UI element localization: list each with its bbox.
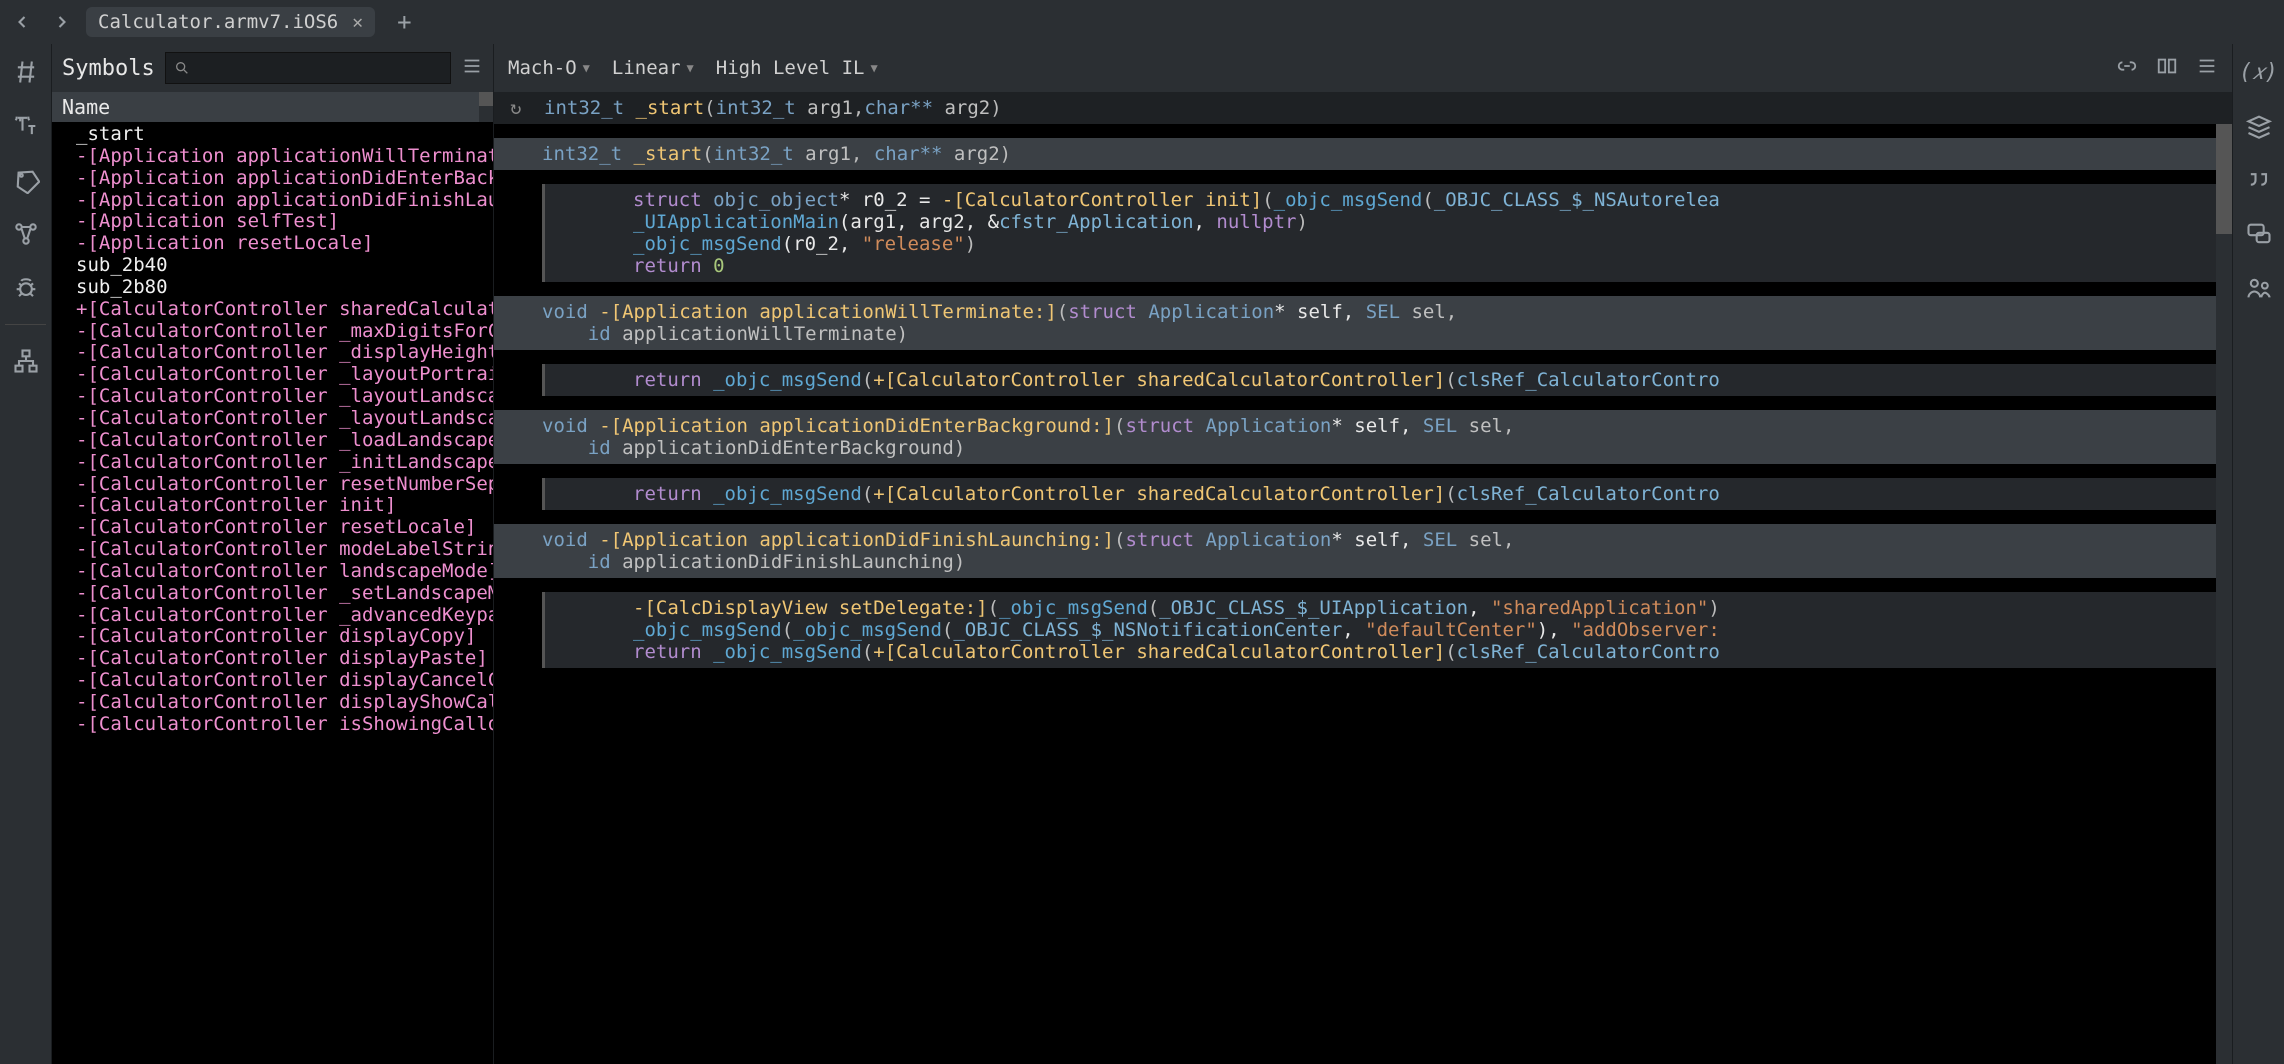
split-icon[interactable] — [2156, 55, 2178, 82]
symbol-row[interactable]: -[CalculatorController _advancedKeypadVi… — [76, 605, 493, 627]
disassembly-view: Mach-O▼ Linear▼ High Level IL▼ ↻ int32_t… — [494, 44, 2232, 1064]
types-icon[interactable] — [8, 108, 44, 144]
symbol-row[interactable]: -[CalculatorController _displayHeightFor… — [76, 342, 493, 364]
symbol-row[interactable]: -[CalculatorController _loadLandscapeIma… — [76, 430, 493, 452]
chat-icon[interactable] — [2241, 216, 2277, 252]
function-body: return _objc_msgSend(+[CalculatorControl… — [542, 478, 2232, 510]
left-rail — [0, 44, 52, 1064]
symbol-row[interactable]: -[CalculatorController _layoutLandscapeS… — [76, 386, 493, 408]
hierarchy-icon[interactable] — [8, 343, 44, 379]
collab-icon[interactable] — [2241, 270, 2277, 306]
file-tab[interactable]: Calculator.armv7.iOS6 ✕ — [86, 7, 375, 37]
symbol-row[interactable]: -[CalculatorController init] — [76, 495, 493, 517]
symbol-row[interactable]: -[CalculatorController _setLandscapeMode… — [76, 583, 493, 605]
sidebar-menu-button[interactable] — [461, 55, 483, 82]
symbol-row[interactable]: +[CalculatorController sharedCalculatorC… — [76, 299, 493, 321]
symbol-row[interactable]: -[CalculatorController _layoutLandscapeF… — [76, 408, 493, 430]
tag-icon[interactable] — [8, 162, 44, 198]
function-body: -[CalcDisplayView setDelegate:](_objc_ms… — [542, 592, 2232, 668]
symbol-row[interactable]: sub_2b80 — [76, 277, 493, 299]
new-tab-button[interactable]: + — [383, 8, 425, 36]
view-mode-dropdown[interactable]: Linear▼ — [612, 57, 694, 79]
function-signature-bar: ↻ int32_t _start( int32_t arg1, char** a… — [494, 92, 2232, 124]
symbols-list[interactable]: _start-[Application applicationWillTermi… — [52, 122, 493, 1064]
symbol-row[interactable]: -[CalculatorController _initLandscape] — [76, 452, 493, 474]
function-body: return _objc_msgSend(+[CalculatorControl… — [542, 364, 2232, 396]
format-dropdown[interactable]: Mach-O▼ — [508, 57, 590, 79]
symbol-row[interactable]: -[Application resetLocale] — [76, 233, 493, 255]
symbol-row[interactable]: -[CalculatorController displayCopy] — [76, 626, 493, 648]
symbol-row[interactable]: -[CalculatorController modeLabelString] — [76, 539, 493, 561]
symbols-panel: Symbols Name _start-[Application applica… — [52, 44, 494, 1064]
tab-label: Calculator.armv7.iOS6 — [98, 11, 338, 33]
symbol-row[interactable]: -[CalculatorController resetLocale] — [76, 517, 493, 539]
link-icon[interactable] — [2116, 55, 2138, 82]
symbol-row[interactable]: sub_2b40 — [76, 255, 493, 277]
sidebar-title: Symbols — [62, 56, 155, 81]
close-tab-icon[interactable]: ✕ — [352, 12, 363, 33]
right-rail: (𝑥) — [2232, 44, 2284, 1064]
symbol-row[interactable]: -[CalculatorController resetNumberSepara… — [76, 474, 493, 496]
symbol-row[interactable]: -[CalculatorController isShowingCalloutB… — [76, 714, 493, 736]
forward-button[interactable] — [46, 6, 78, 38]
symbol-row[interactable]: -[Application applicationDidFinishLaunch… — [76, 190, 493, 212]
symbol-row[interactable]: -[Application selfTest] — [76, 211, 493, 233]
function-header: void -[Application applicationDidFinishL… — [494, 524, 2232, 578]
layers-icon[interactable] — [2241, 108, 2277, 144]
il-level-dropdown[interactable]: High Level IL▼ — [716, 57, 878, 79]
symbol-row[interactable]: -[CalculatorController displayPaste] — [76, 648, 493, 670]
bug-icon[interactable] — [8, 270, 44, 306]
view-toolbar: Mach-O▼ Linear▼ High Level IL▼ — [494, 44, 2232, 92]
symbol-row[interactable]: -[CalculatorController displayCancelCall… — [76, 670, 493, 692]
refresh-icon[interactable]: ↻ — [510, 97, 521, 119]
function-body: struct objc_object* r0_2 = -[CalculatorC… — [542, 184, 2232, 282]
code-scrollbar[interactable] — [2216, 124, 2232, 1064]
variable-icon[interactable]: (𝑥) — [2241, 54, 2277, 90]
symbol-row[interactable]: -[CalculatorController displayShowCallou… — [76, 692, 493, 714]
symbol-row[interactable]: -[CalculatorController _maxDigitsForCurr… — [76, 321, 493, 343]
titlebar: Calculator.armv7.iOS6 ✕ + — [0, 0, 2284, 44]
function-header: void -[Application applicationDidEnterBa… — [494, 410, 2232, 464]
graph-icon[interactable] — [8, 216, 44, 252]
view-menu-button[interactable] — [2196, 55, 2218, 82]
hash-icon[interactable] — [8, 54, 44, 90]
quote-icon[interactable] — [2241, 162, 2277, 198]
symbol-row[interactable]: -[CalculatorController _layoutPortraitSu… — [76, 364, 493, 386]
function-header: void -[Application applicationWillTermin… — [494, 296, 2232, 350]
back-button[interactable] — [6, 6, 38, 38]
symbol-row[interactable]: -[CalculatorController landscapeMode] — [76, 561, 493, 583]
function-header: int32_t _start(int32_t arg1, char** arg2… — [494, 138, 2232, 170]
symbol-row[interactable]: _start — [76, 124, 493, 146]
search-icon — [174, 60, 190, 76]
code-area[interactable]: int32_t _start(int32_t arg1, char** arg2… — [494, 124, 2232, 1064]
symbol-row[interactable]: -[Application applicationWillTerminate:] — [76, 146, 493, 168]
symbols-search-input[interactable] — [165, 52, 451, 84]
symbol-row[interactable]: -[Application applicationDidEnterBackgro… — [76, 168, 493, 190]
symbols-column-header[interactable]: Name — [52, 92, 493, 122]
